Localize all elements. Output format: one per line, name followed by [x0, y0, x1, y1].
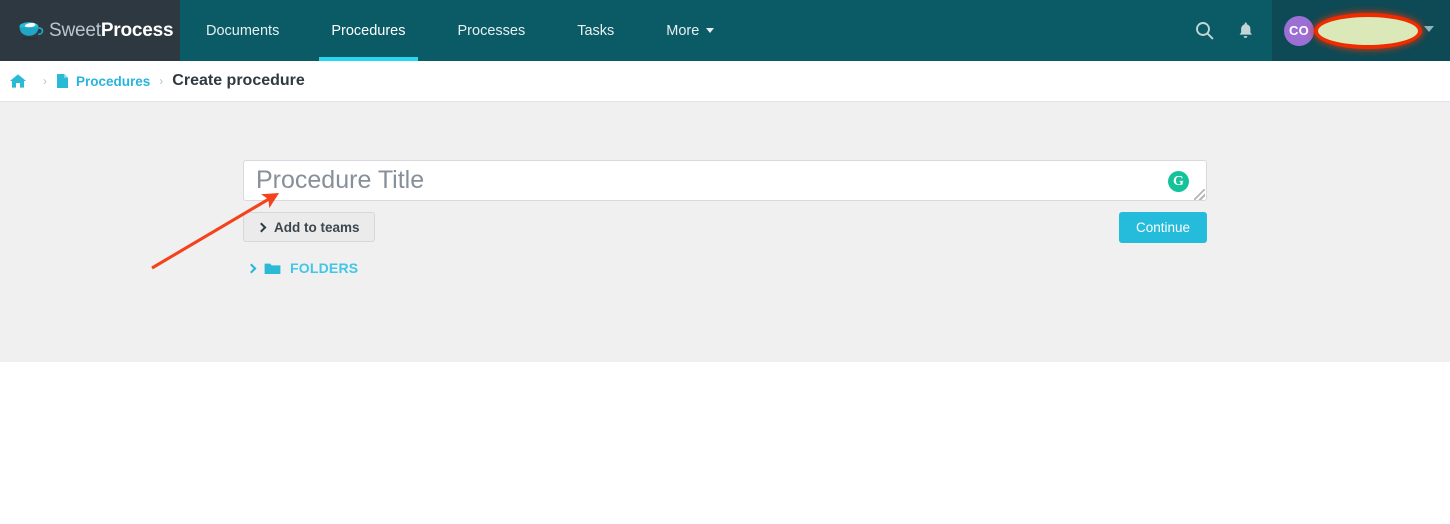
- nav-item-processes[interactable]: Processes: [432, 0, 552, 61]
- home-icon: [9, 73, 27, 89]
- breadcrumb: › Procedures › Create procedure: [0, 61, 1450, 102]
- logo-sweet: Sweet: [49, 19, 101, 41]
- nav-label-tasks: Tasks: [577, 22, 615, 39]
- nav-label-more: More: [666, 22, 700, 39]
- create-procedure-form: G Add to teams Continue FOLDERS: [243, 102, 1207, 276]
- breadcrumb-separator: ›: [159, 74, 164, 88]
- procedure-title-input[interactable]: [243, 160, 1207, 201]
- user-menu[interactable]: CO: [1272, 0, 1450, 61]
- chevron-down-icon: [1424, 26, 1434, 32]
- header-spacer: [740, 0, 1194, 61]
- chevron-right-icon: [246, 263, 257, 273]
- nav-label-procedures: Procedures: [331, 22, 406, 39]
- page-root: SweetProcess Documents Procedures Proces…: [0, 0, 1450, 524]
- search-icon[interactable]: [1194, 20, 1215, 41]
- grammarly-icon[interactable]: G: [1168, 171, 1189, 192]
- avatar: CO: [1284, 15, 1314, 46]
- user-name-redacted: [1318, 16, 1418, 45]
- nav-label-processes: Processes: [457, 22, 526, 39]
- breadcrumb-item-procedures[interactable]: Procedures: [56, 73, 150, 89]
- bell-icon[interactable]: [1235, 20, 1256, 41]
- add-to-teams-button[interactable]: Add to teams: [243, 212, 375, 242]
- logo-process: Process: [100, 19, 174, 41]
- chevron-down-icon: [706, 28, 715, 33]
- chevron-right-icon: [256, 222, 267, 232]
- resize-handle[interactable]: [1194, 189, 1205, 200]
- main-nav: Documents Procedures Processes Tasks Mor…: [180, 0, 740, 61]
- breadcrumb-link-procedures[interactable]: Procedures: [76, 74, 150, 89]
- breadcrumb-separator: ›: [43, 74, 47, 88]
- coffee-cup-icon: [18, 20, 44, 42]
- logo-text: SweetProcess: [49, 19, 174, 42]
- add-to-teams-label: Add to teams: [274, 219, 360, 235]
- nav-item-procedures[interactable]: Procedures: [305, 0, 431, 61]
- header-actions: [1194, 0, 1272, 61]
- title-field-wrapper: G: [243, 160, 1207, 201]
- nav-label-documents: Documents: [206, 22, 280, 39]
- document-icon: [56, 73, 69, 89]
- breadcrumb-current: Create procedure: [172, 72, 305, 89]
- nav-item-documents[interactable]: Documents: [180, 0, 305, 61]
- form-actions-row: Add to teams Continue: [243, 212, 1207, 243]
- logo[interactable]: SweetProcess: [0, 0, 180, 61]
- content-area: G Add to teams Continue FOLDERS: [0, 102, 1450, 362]
- nav-item-tasks[interactable]: Tasks: [551, 0, 640, 61]
- folders-toggle[interactable]: FOLDERS: [246, 260, 1207, 276]
- breadcrumb-home[interactable]: [9, 73, 34, 89]
- folder-icon: [264, 262, 281, 275]
- continue-button[interactable]: Continue: [1118, 212, 1207, 243]
- nav-item-more[interactable]: More: [640, 0, 740, 61]
- folders-label: FOLDERS: [290, 260, 359, 276]
- app-header: SweetProcess Documents Procedures Proces…: [0, 0, 1450, 61]
